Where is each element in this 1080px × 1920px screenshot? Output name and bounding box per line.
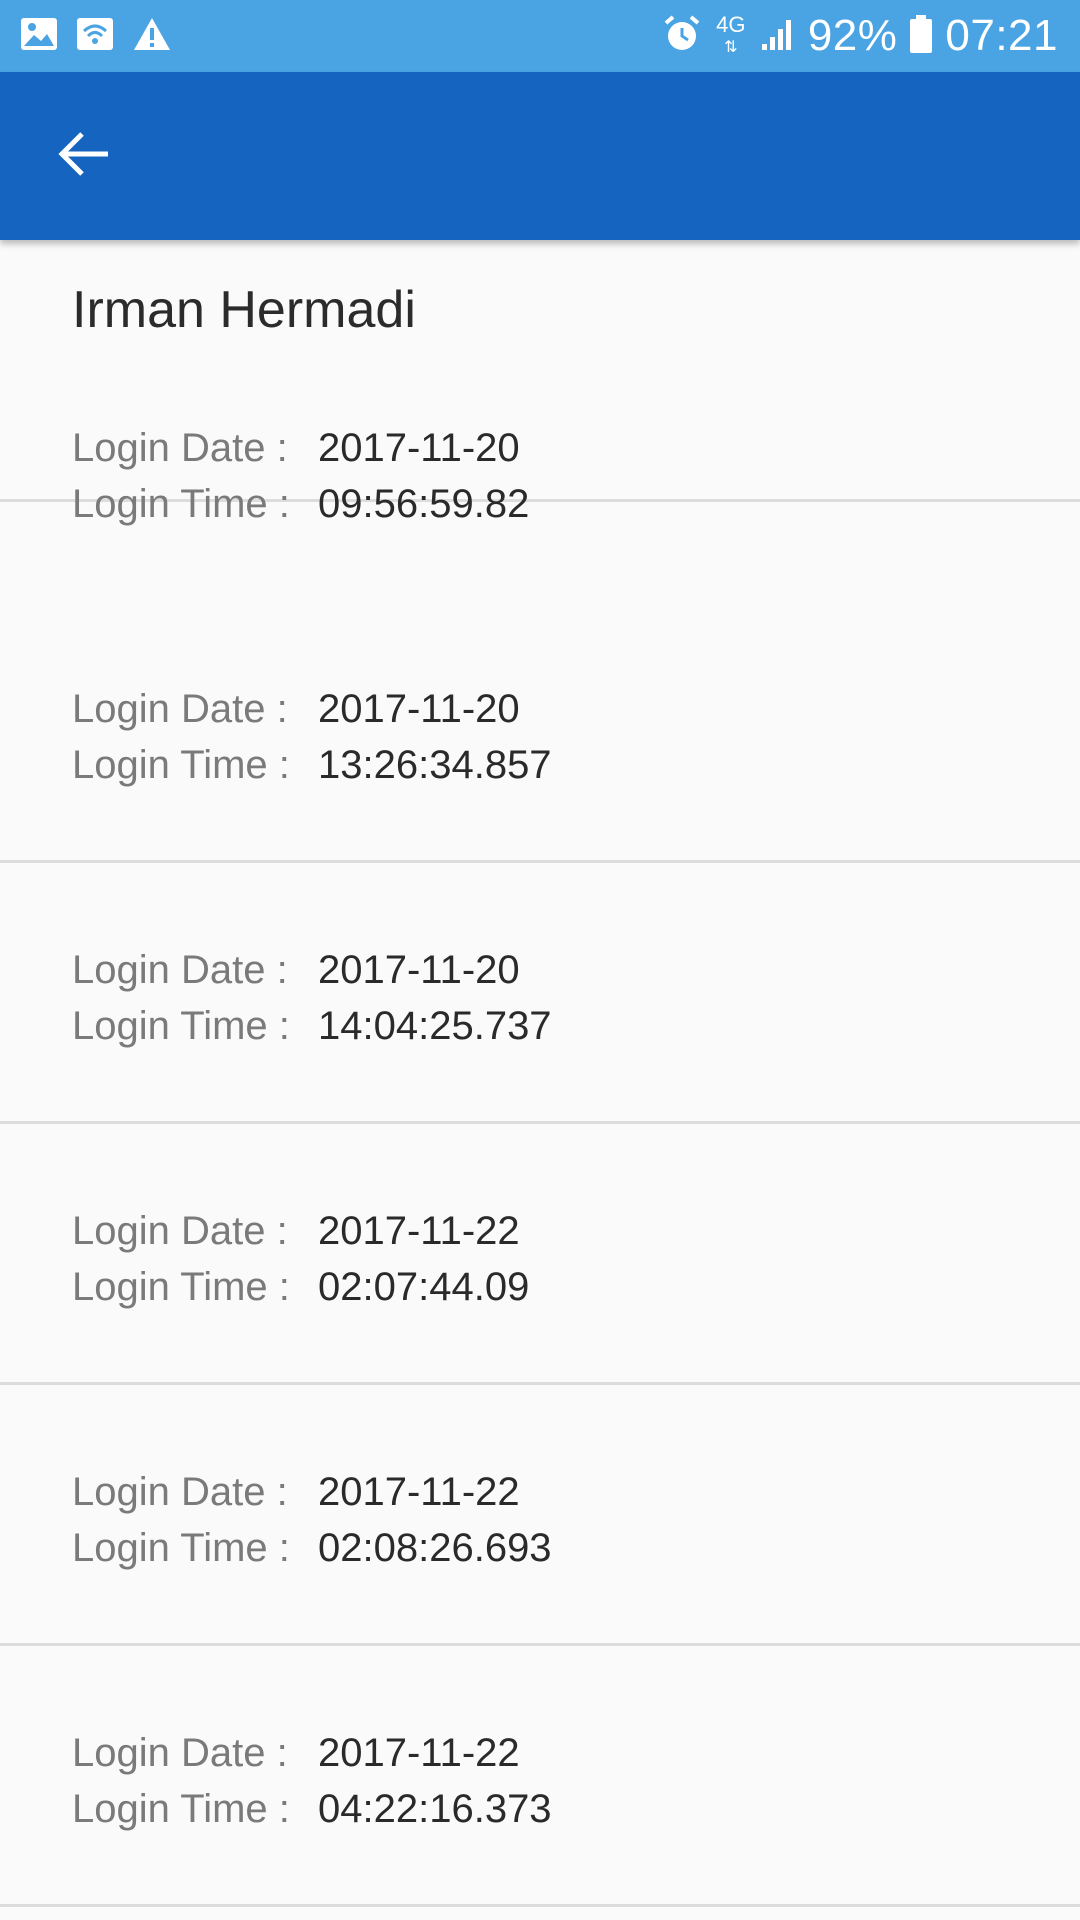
- login-time-label: Login Time :: [72, 481, 290, 526]
- login-time-value: 14:04:25.737: [318, 1003, 552, 1048]
- back-button[interactable]: [44, 122, 124, 190]
- login-time-value: 04:22:16.373: [318, 1786, 552, 1831]
- warning-icon: [132, 16, 172, 57]
- status-bar: 4G ⇅ 92% 07:21: [0, 0, 1080, 72]
- login-time-label: Login Time :: [72, 742, 290, 787]
- login-date-row: Login Date : 2017-11-20: [72, 420, 520, 476]
- login-date-label: Login Date :: [72, 686, 288, 731]
- system-status: 4G ⇅ 92% 07:21: [662, 0, 1058, 72]
- login-date-row: Login Date : 2017-11-22: [72, 1203, 520, 1259]
- login-date-value: 2017-11-22: [318, 1469, 520, 1514]
- notification-icons: [20, 14, 172, 58]
- login-date-value: 2017-11-20: [318, 686, 520, 731]
- login-date-row: Login Date : 2017-11-22: [72, 1464, 520, 1520]
- login-time-value: 09:56:59.82: [318, 481, 530, 526]
- network-type-indicator: 4G ⇅: [716, 11, 746, 56]
- login-date-value: 2017-11-22: [318, 1208, 520, 1253]
- list-item: Login Date : 2017-11-20 Login Time : 14:…: [0, 862, 1080, 1124]
- login-date-label: Login Date :: [72, 425, 288, 470]
- battery-icon: [909, 14, 933, 59]
- arrow-left-icon: [58, 130, 110, 183]
- login-time-row: Login Time : 02:07:44.09: [72, 1259, 529, 1315]
- app-bar: [0, 72, 1080, 240]
- image-icon: [20, 16, 58, 57]
- login-date-label: Login Date :: [72, 947, 288, 992]
- login-time-value: 13:26:34.857: [318, 742, 552, 787]
- wifi-icon: [76, 16, 114, 57]
- login-date-label: Login Date :: [72, 1469, 288, 1514]
- login-time-label: Login Time :: [72, 1786, 290, 1831]
- signal-icon: [760, 16, 796, 57]
- login-date-label: Login Date :: [72, 1730, 288, 1775]
- login-time-value: 02:08:26.693: [318, 1525, 552, 1570]
- network-type-label: 4G: [716, 11, 746, 37]
- login-time-label: Login Time :: [72, 1264, 290, 1309]
- list-item: Login Date : 2017-11-22 Login Time : 02:…: [0, 1384, 1080, 1646]
- login-time-row: Login Time : 13:26:34.857: [72, 737, 552, 793]
- battery-percent: 92%: [807, 11, 898, 60]
- login-time-row: Login Time : 14:04:25.737: [72, 998, 552, 1054]
- login-date-row: Login Date : 2017-11-20: [72, 942, 520, 998]
- login-time-label: Login Time :: [72, 1003, 290, 1048]
- list-item: Login Date : 2017-11-20 Login Time : 13:…: [0, 601, 1080, 863]
- login-date-label: Login Date :: [72, 1208, 288, 1253]
- login-date-value: 2017-11-22: [318, 1730, 520, 1775]
- login-time-row: Login Time : 09:56:59.82: [72, 476, 529, 532]
- list-item: Login Date : 2017-11-20 Login Time : 09:…: [0, 240, 1080, 526]
- login-date-row: Login Date : 2017-11-20: [72, 681, 520, 737]
- login-history: Irman Hermadi Login Date : 2017-11-20 Lo…: [0, 240, 1080, 1920]
- list-item: Login Date : 2017-11-22 Login Time : 04:…: [0, 1645, 1080, 1907]
- login-date-value: 2017-11-20: [318, 947, 520, 992]
- list-item: Login Date : 2017-11-22 Login Time : 02:…: [0, 1123, 1080, 1385]
- login-time-row: Login Time : 02:08:26.693: [72, 1520, 552, 1576]
- clock: 07:21: [945, 11, 1058, 60]
- login-time-row: Login Time : 04:22:16.373: [72, 1781, 552, 1837]
- login-date-row: Login Date : 2017-11-22: [72, 1725, 520, 1781]
- login-time-value: 02:07:44.09: [318, 1264, 530, 1309]
- alarm-icon: [662, 14, 702, 59]
- login-time-label: Login Time :: [72, 1525, 290, 1570]
- login-date-value: 2017-11-20: [318, 425, 520, 470]
